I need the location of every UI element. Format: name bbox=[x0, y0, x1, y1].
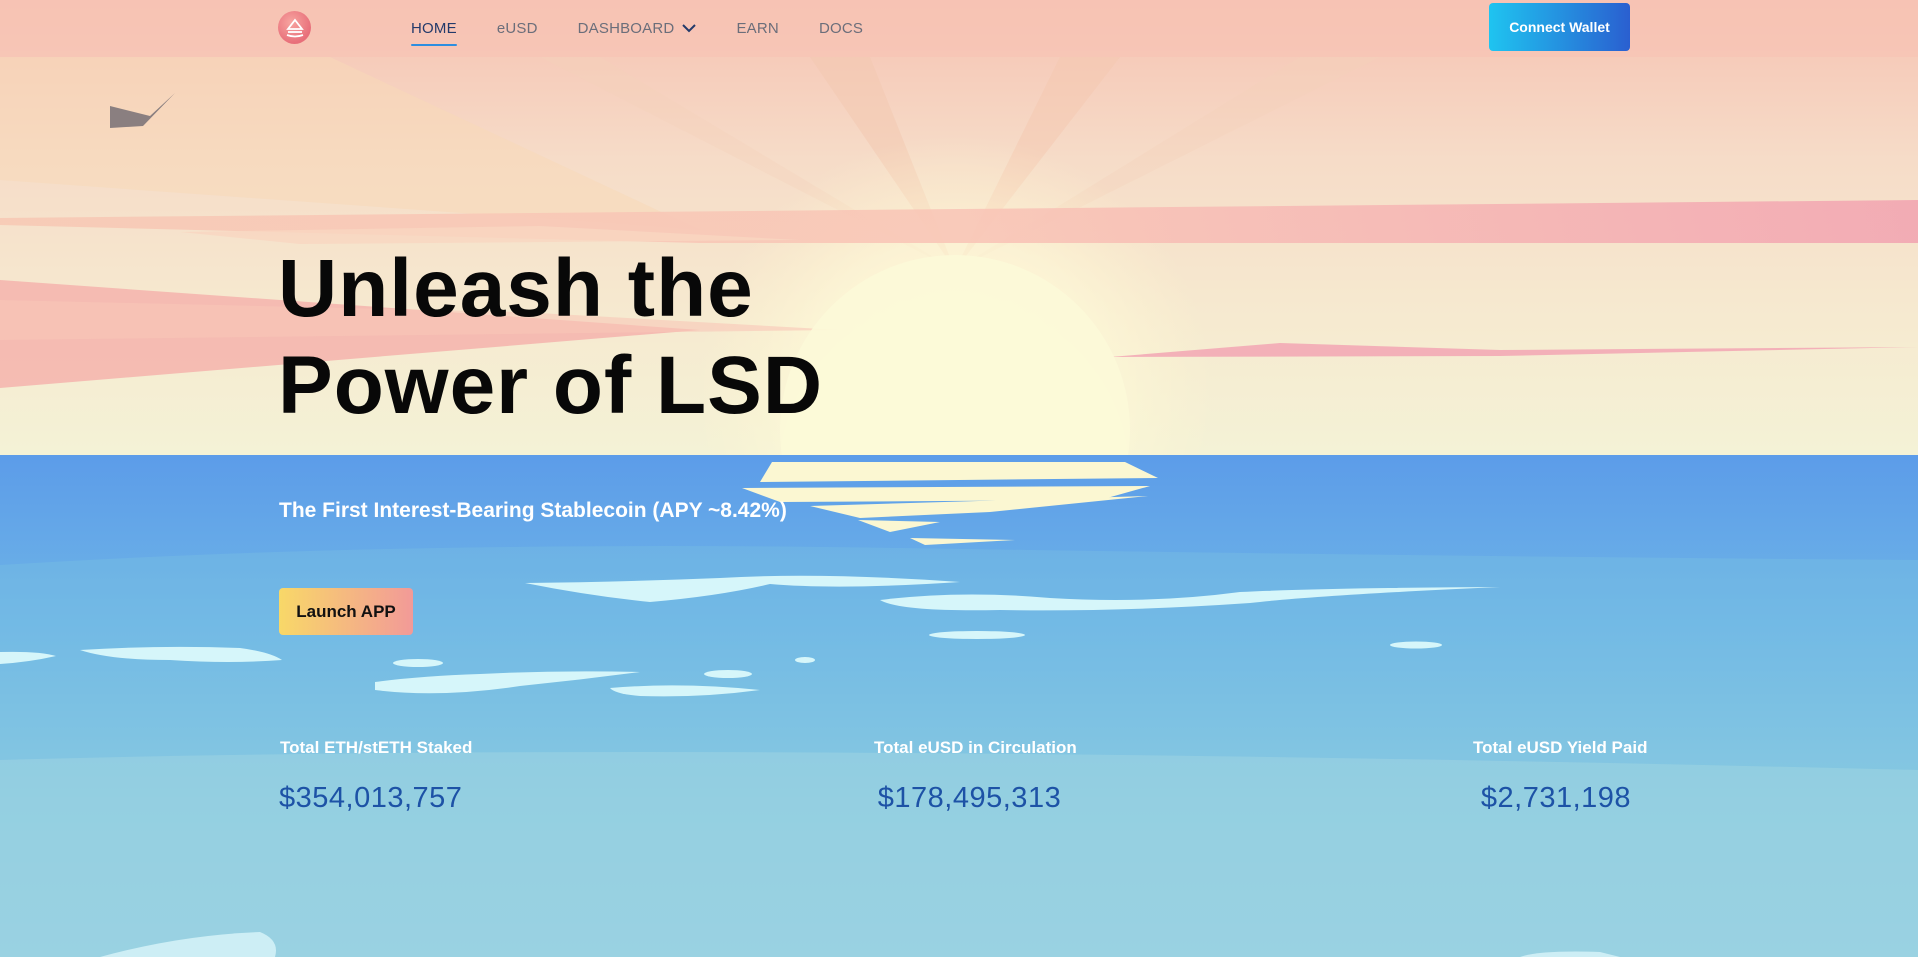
main-nav-links: HOME eUSD DASHBOARD EARN DOCS bbox=[411, 0, 903, 57]
nav-docs[interactable]: DOCS bbox=[819, 0, 863, 57]
stat-value-eth-staked: $354,013,757 bbox=[279, 782, 463, 814]
nav-eusd-label: eUSD bbox=[496, 20, 538, 37]
hero-title-line-2: Power of LSD bbox=[278, 340, 824, 431]
top-nav-bar: HOME eUSD DASHBOARD EARN DOCS Connect Wa… bbox=[0, 0, 1918, 57]
nav-docs-label: DOCS bbox=[818, 20, 864, 37]
hero-title-line-1: Unleash the bbox=[278, 243, 754, 334]
hero-title: Unleash the Power of LSD bbox=[278, 240, 823, 434]
nav-dashboard[interactable]: DASHBOARD bbox=[578, 0, 697, 57]
hero-subtitle: The First Interest-Bearing Stablecoin (A… bbox=[279, 499, 787, 522]
stat-label-eusd-yield: Total eUSD Yield Paid bbox=[1473, 738, 1648, 757]
chevron-down-icon bbox=[682, 24, 697, 33]
nav-home[interactable]: HOME bbox=[411, 0, 457, 57]
stat-value-eusd-circulation: $178,495,313 bbox=[877, 782, 1062, 814]
launch-app-button[interactable]: Launch APP bbox=[279, 588, 413, 635]
nav-eusd[interactable]: eUSD bbox=[497, 0, 538, 57]
stat-value-eusd-yield: $2,731,198 bbox=[1480, 782, 1632, 814]
nav-home-label: HOME bbox=[411, 20, 457, 37]
stat-label-eth-staked: Total ETH/stETH Staked bbox=[280, 738, 473, 757]
connect-wallet-button[interactable]: Connect Wallet bbox=[1489, 3, 1630, 51]
ship-logo-icon bbox=[285, 18, 304, 37]
nav-earn[interactable]: EARN bbox=[736, 0, 778, 57]
nav-earn-label: EARN bbox=[736, 20, 779, 37]
app-logo[interactable] bbox=[278, 11, 311, 44]
stat-label-eusd-circulation: Total eUSD in Circulation bbox=[874, 738, 1077, 757]
nav-dashboard-label: DASHBOARD bbox=[577, 20, 675, 37]
